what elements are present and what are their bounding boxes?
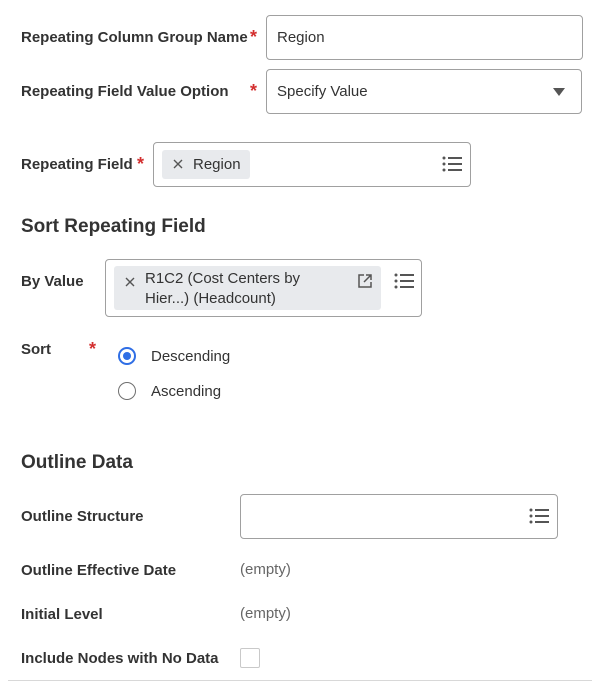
repeating-column-group-name-value: Region [277, 29, 325, 46]
open-related-icon[interactable] [358, 274, 372, 288]
repeating-column-group-name-input[interactable]: Region [266, 15, 583, 60]
include-nodes-checkbox[interactable] [240, 648, 260, 668]
initial-level-value: (empty) [240, 605, 291, 622]
outline-effective-date-value: (empty) [240, 561, 291, 578]
include-nodes-label: Include Nodes with No Data [21, 650, 219, 667]
outline-effective-date-label: Outline Effective Date [21, 562, 177, 579]
list-prompt-icon[interactable] [529, 508, 549, 524]
sort-repeating-field-heading: Sort Repeating Field [21, 216, 206, 237]
repeating-field-value-option-value: Specify Value [277, 83, 368, 100]
required-indicator: * [250, 81, 258, 101]
repeating-field-value-option-label: Repeating Field Value Option [21, 83, 229, 100]
by-value-label: By Value [21, 273, 84, 290]
repeating-field-prompt[interactable]: Region [153, 142, 471, 187]
sort-ascending-label: Ascending [151, 383, 222, 400]
sort-descending-radio[interactable] [118, 347, 136, 365]
bottom-divider [8, 680, 592, 681]
repeating-field-tag-label: Region [193, 156, 241, 173]
outline-structure-prompt[interactable] [240, 494, 558, 539]
required-indicator: * [250, 27, 258, 47]
initial-level-label: Initial Level [21, 606, 103, 623]
sort-descending-label: Descending [151, 348, 231, 365]
repeating-column-group-name-label: Repeating Column Group Name [21, 29, 248, 46]
outline-data-heading: Outline Data [21, 452, 133, 473]
sort-ascending-radio[interactable] [118, 382, 136, 400]
repeating-field-tag: Region [162, 150, 250, 179]
repeating-field-label: Repeating Field [21, 156, 133, 173]
remove-icon[interactable] [125, 277, 135, 287]
required-indicator: * [89, 339, 97, 359]
list-prompt-icon[interactable] [442, 156, 462, 172]
required-indicator: * [137, 154, 145, 174]
list-prompt-icon[interactable] [394, 273, 414, 289]
remove-icon[interactable] [173, 159, 183, 169]
repeating-field-value-option-select[interactable]: Specify Value [266, 69, 582, 114]
by-value-tag: R1C2 (Cost Centers by Hier...) (Headcoun… [114, 266, 381, 310]
by-value-tag-label: R1C2 (Cost Centers by Hier...) (Headcoun… [145, 270, 301, 307]
outline-structure-label: Outline Structure [21, 508, 144, 525]
by-value-prompt[interactable]: R1C2 (Cost Centers by Hier...) (Headcoun… [105, 259, 422, 317]
sort-label: Sort [21, 341, 51, 358]
dropdown-arrow-icon[interactable] [553, 88, 565, 96]
